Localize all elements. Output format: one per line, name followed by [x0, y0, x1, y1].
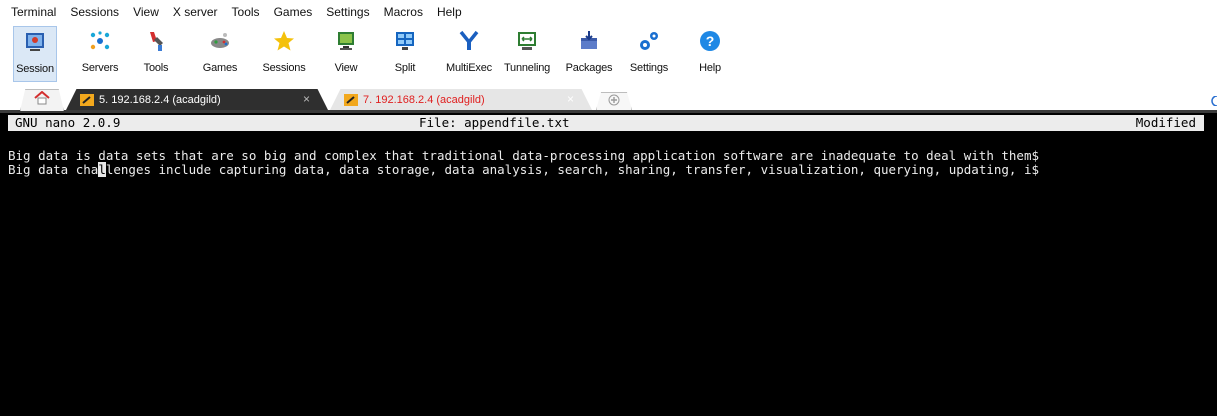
terminal-text: Big data cha	[8, 162, 99, 177]
tools-icon	[140, 26, 172, 56]
svg-text:?: ?	[706, 33, 715, 49]
tab-label: 5. 192.168.2.4 (acadgild)	[99, 93, 221, 106]
close-tab-icon[interactable]: ×	[567, 92, 574, 106]
tab-bar: 5. 192.168.2.4 (acadgild) × 7. 192.168.2…	[0, 86, 1217, 113]
multiexec-button[interactable]: MultiExec	[440, 26, 498, 82]
menu-x-server[interactable]: X server	[166, 5, 225, 19]
tab-label: 7. 192.168.2.4 (acadgild)	[363, 93, 485, 106]
menu-macros[interactable]: Macros	[377, 5, 430, 19]
session-icon	[19, 27, 51, 57]
star-icon	[268, 26, 300, 56]
session-button[interactable]: Session	[13, 26, 57, 82]
servers-icon	[84, 26, 116, 56]
tunneling-icon	[511, 26, 543, 56]
tab-session-5[interactable]: 5. 192.168.2.4 (acadgild) ×	[66, 89, 328, 110]
plus-icon	[608, 93, 620, 111]
terminal-area[interactable]: GNU nano 2.0.9 File: appendfile.txt Modi…	[0, 113, 1217, 416]
games-icon	[204, 26, 236, 56]
menu-help[interactable]: Help	[430, 5, 469, 19]
menu-settings[interactable]: Settings	[319, 5, 376, 19]
menu-terminal[interactable]: Terminal	[4, 5, 63, 19]
view-icon	[330, 26, 362, 56]
ssh-session-icon	[80, 93, 94, 106]
tab-session-7[interactable]: 7. 192.168.2.4 (acadgild) ×	[330, 89, 592, 110]
help-icon: ?	[694, 26, 726, 56]
terminal-text: lenges include capturing data, data stor…	[105, 162, 1040, 177]
menu-sessions[interactable]: Sessions	[63, 5, 126, 19]
menu-view[interactable]: View	[126, 5, 166, 19]
gears-icon	[633, 26, 665, 56]
tools-button[interactable]: Tools	[136, 26, 176, 82]
terminal-line: Big data is data sets that are so big an…	[8, 148, 1040, 163]
settings-button[interactable]: Settings	[624, 26, 674, 82]
home-icon	[34, 90, 50, 110]
toolbar: Session Servers Tools Games Sessions Vie…	[0, 24, 1217, 86]
tunneling-button[interactable]: Tunneling	[500, 26, 554, 82]
scroll-right-icon[interactable]	[1211, 95, 1217, 109]
split-icon	[389, 26, 421, 56]
split-button[interactable]: Split	[385, 26, 425, 82]
nano-version: GNU nano 2.0.9	[15, 115, 121, 130]
new-tab-button[interactable]	[596, 92, 632, 110]
help-button[interactable]: ? Help	[692, 26, 728, 82]
menu-games[interactable]: Games	[267, 5, 320, 19]
servers-button[interactable]: Servers	[78, 26, 122, 82]
nano-filename: File: appendfile.txt	[419, 115, 570, 130]
view-button[interactable]: View	[326, 26, 366, 82]
sessions-button[interactable]: Sessions	[258, 26, 310, 82]
packages-button[interactable]: Packages	[562, 26, 616, 82]
close-tab-icon[interactable]: ×	[303, 92, 310, 106]
packages-icon	[573, 26, 605, 56]
ssh-session-icon	[344, 93, 358, 106]
nano-header: GNU nano 2.0.9 File: appendfile.txt Modi…	[8, 115, 1204, 131]
text-cursor: l	[98, 162, 106, 177]
menu-tools[interactable]: Tools	[225, 5, 267, 19]
nano-modified-status: Modified	[1135, 115, 1196, 130]
games-button[interactable]: Games	[198, 26, 242, 82]
terminal-line: Big data challenges include capturing da…	[8, 162, 1040, 177]
home-tab[interactable]	[20, 89, 64, 111]
menubar: Terminal Sessions View X server Tools Ga…	[0, 0, 1217, 24]
multiexec-icon	[453, 26, 485, 56]
